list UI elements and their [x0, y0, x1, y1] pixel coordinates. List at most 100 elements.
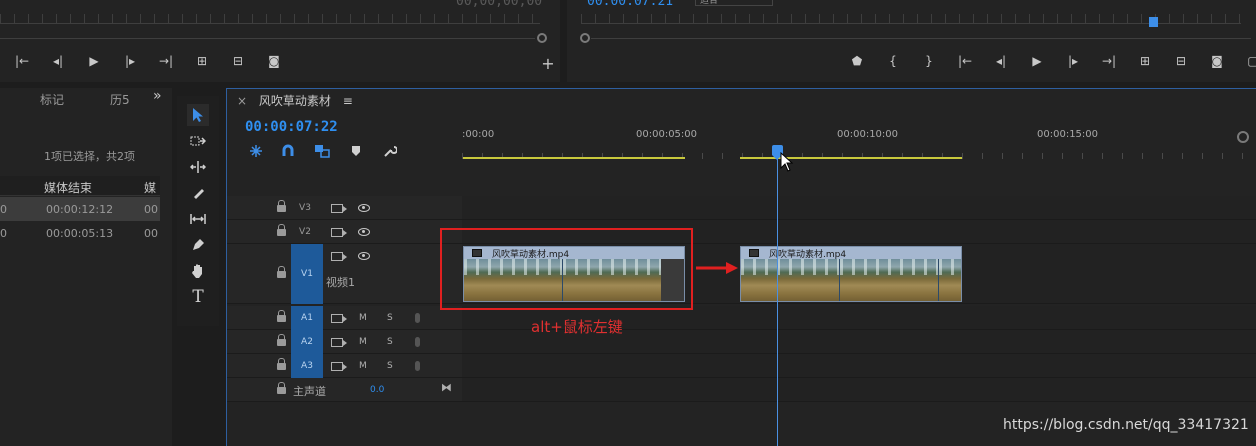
step-back-icon[interactable]: ◂| — [40, 52, 76, 70]
mark-out-icon[interactable]: } — [911, 52, 947, 70]
mic-icon[interactable] — [415, 361, 420, 371]
track-target-a3[interactable]: A3 — [291, 354, 323, 378]
program-timecode[interactable]: 00:00:07:21 — [587, 0, 673, 9]
lock-icon[interactable] — [277, 358, 286, 371]
track-target-v1[interactable]: V1 — [291, 244, 323, 304]
track-target-a1[interactable]: A1 — [291, 306, 323, 330]
play-icon[interactable]: ▶ — [1019, 52, 1055, 70]
go-to-in-icon[interactable]: |← — [947, 52, 983, 70]
pen-tool-icon[interactable] — [187, 234, 209, 256]
lock-icon[interactable] — [277, 382, 286, 395]
ruler-label: :00:00 — [462, 129, 495, 140]
sync-lock-icon[interactable] — [331, 362, 347, 371]
play-icon[interactable]: ▶ — [76, 52, 112, 70]
column-media-truncated[interactable]: 媒 — [144, 179, 156, 196]
compare-icon[interactable]: ▢ — [1235, 52, 1256, 70]
source-scroll-handle[interactable] — [537, 33, 547, 43]
tab-markers[interactable]: 标记 — [40, 91, 64, 108]
solo-button[interactable]: S — [387, 361, 393, 371]
source-mini-ruler[interactable] — [0, 14, 540, 24]
source-timecode[interactable]: 00;00;00;00 — [456, 0, 542, 9]
type-tool-icon[interactable]: T — [187, 286, 209, 308]
jump-to-end-icon[interactable]: ⧓ — [441, 381, 452, 394]
mute-button[interactable]: M — [359, 313, 367, 323]
mic-icon[interactable] — [415, 337, 420, 347]
camera-icon[interactable]: ◙ — [256, 52, 292, 70]
slip-tool-icon[interactable] — [187, 208, 209, 230]
timeline-timecode[interactable]: 00:00:07:22 — [245, 119, 338, 135]
sync-lock-icon[interactable] — [331, 314, 347, 323]
add-button-icon[interactable]: + — [530, 54, 566, 73]
lock-icon[interactable] — [277, 334, 286, 347]
track-select-tool-icon[interactable] — [187, 130, 209, 152]
ripple-edit-tool-icon[interactable] — [187, 156, 209, 178]
solo-button[interactable]: S — [387, 313, 393, 323]
lock-icon[interactable] — [277, 310, 286, 323]
add-marker-icon[interactable] — [347, 143, 365, 159]
track-header-v1: V1 视频1 — [227, 244, 462, 304]
mark-in-icon[interactable]: { — [875, 52, 911, 70]
master-volume-value[interactable]: 0.0 — [370, 385, 384, 395]
sync-lock-icon[interactable] — [331, 252, 347, 261]
step-forward-icon[interactable]: |▸ — [1055, 52, 1091, 70]
razor-tool-icon[interactable] — [187, 182, 209, 204]
nest-icon[interactable] — [247, 143, 265, 159]
sync-lock-icon[interactable] — [331, 228, 347, 237]
menu-icon[interactable]: ≡ — [343, 94, 353, 108]
eye-icon[interactable] — [358, 204, 370, 212]
lock-icon[interactable] — [277, 200, 286, 213]
overwrite-icon[interactable]: ⊟ — [220, 52, 256, 70]
solo-button[interactable]: S — [387, 337, 393, 347]
snap-icon[interactable] — [279, 143, 297, 159]
table-row[interactable]: 0 00:00:12:12 00 — [0, 197, 160, 221]
lock-icon[interactable] — [277, 266, 286, 279]
source-scrub-bar[interactable] — [0, 38, 535, 39]
camera-icon[interactable]: ◙ — [1199, 52, 1235, 70]
track-lane-v3[interactable] — [462, 196, 1256, 220]
lift-icon[interactable]: ⊞ — [1127, 52, 1163, 70]
sync-lock-icon[interactable] — [331, 338, 347, 347]
selection-tool-icon[interactable] — [187, 104, 209, 126]
linked-selection-icon[interactable] — [313, 143, 331, 159]
playhead-line[interactable] — [777, 157, 778, 446]
go-to-out-icon[interactable]: →| — [148, 52, 184, 70]
extract-icon[interactable]: ⊟ — [1163, 52, 1199, 70]
add-marker-icon[interactable]: ⬟ — [839, 52, 875, 70]
tab-history[interactable]: 历5 — [110, 91, 130, 108]
step-back-icon[interactable]: ◂| — [983, 52, 1019, 70]
sync-lock-icon[interactable] — [331, 204, 347, 213]
column-media-end[interactable]: 媒体结束 — [44, 179, 92, 196]
table-row[interactable]: 0 00:00:05:13 00 — [0, 221, 160, 245]
track-lane-a3[interactable] — [462, 354, 1256, 378]
ruler-zoom-handle[interactable] — [1237, 131, 1249, 143]
program-playhead-icon[interactable] — [1149, 17, 1158, 27]
video-clip[interactable]: 风吹草动素材.mp4 — [740, 246, 962, 302]
go-to-out-icon[interactable]: →| — [1091, 52, 1127, 70]
fit-dropdown[interactable]: 适合 — [695, 0, 773, 6]
go-to-in-icon[interactable]: |← — [4, 52, 40, 70]
sequence-tab[interactable]: × 风吹草动素材 ≡ — [237, 92, 353, 109]
mic-icon[interactable] — [415, 313, 420, 323]
insert-icon[interactable]: ⊞ — [184, 52, 220, 70]
track-name[interactable]: V3 — [295, 203, 315, 213]
hand-tool-icon[interactable] — [187, 260, 209, 282]
program-scroll-handle[interactable] — [580, 33, 590, 43]
eye-icon[interactable] — [358, 228, 370, 236]
close-icon[interactable]: × — [237, 94, 247, 108]
time-ruler[interactable]: :00:00 00:00:05:00 00:00:10:00 00:00:15:… — [462, 129, 1256, 159]
track-lane-master[interactable] — [462, 378, 1256, 402]
mute-button[interactable]: M — [359, 361, 367, 371]
wrench-icon[interactable] — [381, 143, 399, 159]
panel-overflow-icon[interactable]: » — [153, 88, 162, 104]
program-scrub-bar[interactable] — [591, 38, 1251, 39]
mute-button[interactable]: M — [359, 337, 367, 347]
program-mini-ruler[interactable] — [581, 14, 1241, 24]
lock-icon[interactable] — [277, 224, 286, 237]
annotation-arrow-icon — [696, 262, 738, 274]
track-name[interactable]: V2 — [295, 227, 315, 237]
work-area-bar[interactable] — [463, 157, 685, 159]
eye-icon[interactable] — [358, 252, 370, 260]
row-trail: 00 — [144, 227, 158, 240]
step-forward-icon[interactable]: |▸ — [112, 52, 148, 70]
track-target-a2[interactable]: A2 — [291, 330, 323, 354]
